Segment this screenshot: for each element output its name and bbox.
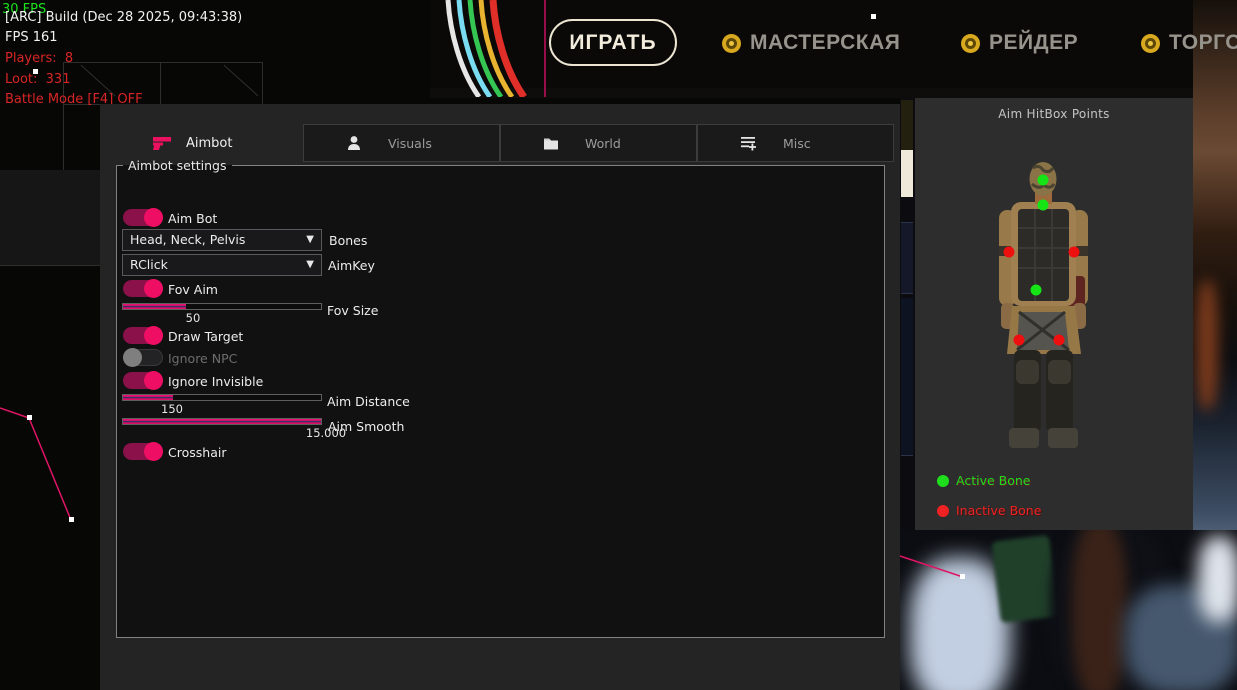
draw-target-toggle[interactable] [123, 327, 163, 344]
toggle-knob [123, 348, 142, 367]
folder-icon [543, 136, 559, 150]
slider-fill [123, 419, 321, 424]
crosshair-toggle[interactable] [123, 443, 163, 460]
aim-smooth-value: 15.000 [296, 426, 356, 440]
esp-vertex-square [871, 14, 876, 19]
toggle-knob [144, 371, 163, 390]
menu-item-label: МАСТЕРСКАЯ [750, 31, 900, 55]
tab-misc[interactable]: Misc [697, 124, 894, 162]
slider-fill [123, 304, 186, 309]
esp-vertex-square [960, 574, 965, 579]
bones-dropdown-value: Head, Neck, Pelvis [130, 230, 245, 250]
person-icon [346, 135, 362, 151]
tab-bar: Aimbot Visuals World Misc [100, 124, 900, 162]
tab-label: Misc [783, 136, 811, 151]
legend-label: Inactive Bone [956, 503, 1041, 518]
aimbot-settings-group: Aimbot settings Aim Bot Head, Neck, Pelv… [116, 158, 885, 638]
hitbox-dot-right-thigh [1054, 335, 1065, 346]
gun-icon [152, 135, 173, 151]
hitbox-dot-neck [1038, 200, 1049, 211]
inactive-bone-dot [937, 505, 949, 517]
legend-label: Active Bone [956, 473, 1030, 488]
fov-size-slider[interactable] [122, 303, 322, 310]
esp-vertex-square [27, 415, 32, 420]
player-model-preview [915, 98, 1193, 458]
legend-inactive-bone: Inactive Bone [937, 503, 1041, 518]
toggle-knob [144, 326, 163, 345]
legend-active-bone: Active Bone [937, 473, 1030, 488]
cheat-menu-panel: Aimbot Visuals World Misc [100, 104, 900, 690]
coin-icon [961, 34, 980, 53]
menu-item-trade[interactable]: ТОРГО [1141, 30, 1237, 56]
fov-size-value: 50 [163, 311, 223, 325]
esp-vertex-square [33, 69, 38, 74]
fov-aim-label: Fov Aim [168, 282, 218, 297]
ignore-invisible-label: Ignore Invisible [168, 374, 263, 389]
hitbox-dot-left-shoulder [1004, 247, 1015, 258]
crosshair-label: Crosshair [168, 445, 226, 460]
toggle-knob [144, 208, 163, 227]
hitbox-dot-right-shoulder [1069, 247, 1080, 258]
menu-item-label: ТОРГО [1169, 31, 1237, 55]
chevron-down-icon: ▼ [306, 255, 314, 275]
playlist-add-icon [740, 135, 757, 151]
hud-loot-label: Loot: 331 [5, 72, 70, 87]
toggle-knob [144, 279, 163, 298]
aimkey-dropdown[interactable]: RClick ▼ [122, 254, 322, 276]
aim-hitbox-panel: Aim HitBox Points [915, 98, 1193, 530]
hitbox-dot-head [1038, 175, 1049, 186]
aimkey-dropdown-value: RClick [130, 255, 168, 275]
fov-size-label: Fov Size [327, 303, 378, 318]
active-bone-dot [937, 475, 949, 487]
bones-label: Bones [329, 233, 367, 248]
tab-world[interactable]: World [500, 124, 697, 162]
hud-players-label: Players: 8 [5, 51, 73, 66]
tab-visuals[interactable]: Visuals [303, 124, 500, 162]
bones-dropdown[interactable]: Head, Neck, Pelvis ▼ [122, 229, 322, 251]
aim-distance-value: 150 [142, 402, 202, 416]
hitbox-dot-left-thigh [1014, 335, 1025, 346]
tab-aimbot[interactable]: Aimbot [100, 124, 303, 162]
hud-build-label: [ARC] Build (Dec 28 2025, 09:43:38) [5, 10, 242, 25]
tab-label: Aimbot [186, 136, 232, 151]
aim-distance-slider[interactable] [122, 394, 322, 401]
draw-target-label: Draw Target [168, 329, 243, 344]
hitbox-dot-pelvis [1031, 285, 1042, 296]
fov-aim-toggle[interactable] [123, 280, 163, 297]
aim-bot-toggle[interactable] [123, 209, 163, 226]
menu-item-workshop[interactable]: МАСТЕРСКАЯ [722, 30, 900, 56]
aim-distance-label: Aim Distance [327, 394, 410, 409]
slider-fill [123, 395, 173, 400]
esp-vertex-square [69, 517, 74, 522]
aim-bot-label: Aim Bot [168, 211, 217, 226]
chevron-down-icon: ▼ [306, 230, 314, 250]
toggle-knob [144, 442, 163, 461]
tab-label: World [585, 136, 621, 151]
play-button[interactable]: ИГРАТЬ [549, 19, 677, 66]
hud-fps-label: FPS 161 [5, 30, 58, 45]
group-title: Aimbot settings [123, 158, 232, 173]
menu-item-raider[interactable]: РЕЙДЕР [961, 30, 1078, 56]
ignore-npc-label: Ignore NPC [168, 351, 237, 366]
menu-item-label: РЕЙДЕР [989, 31, 1078, 55]
aim-smooth-slider[interactable] [122, 418, 322, 425]
aimkey-label: AimKey [328, 258, 375, 273]
tab-label: Visuals [388, 136, 432, 151]
coin-icon [1141, 34, 1160, 53]
ignore-npc-toggle[interactable] [123, 349, 163, 366]
coin-icon [722, 34, 741, 53]
ignore-invisible-toggle[interactable] [123, 372, 163, 389]
